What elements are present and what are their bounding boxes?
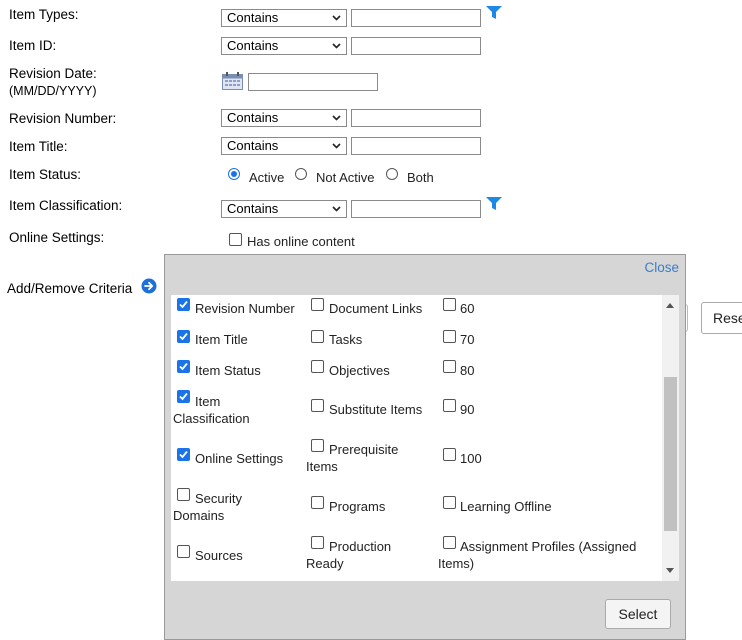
chevron-down-icon [332,206,341,212]
criteria-checkbox-programs[interactable] [311,496,324,509]
item-status-active-label: Active [249,170,285,185]
chevron-down-icon [332,15,341,21]
criteria-label-document-links: Document Links [329,301,423,316]
criteria-checkbox-objectives[interactable] [311,360,324,373]
criteria-label-security-domains: Security Domains [173,491,242,523]
item-title-label: Item Title: [9,139,68,154]
criteria-label-sources: Sources [195,548,243,563]
criteria-label-revision-number: Revision Number [195,301,295,316]
criteria-label-60: 60 [460,301,475,316]
revision-number-operator-select[interactable]: Contains [221,109,347,127]
has-online-content-label: Has online content [247,234,355,249]
chevron-down-icon [332,43,341,49]
scroll-up-arrow-icon[interactable] [666,303,674,308]
item-id-operator-value: Contains [227,38,279,53]
item-types-input[interactable] [351,9,481,27]
item-id-operator-select[interactable]: Contains [221,37,347,55]
criteria-label-programs: Programs [329,499,386,514]
criteria-label-item-classification: Item Classification [173,394,250,426]
criteria-popup: Close Revision Number Item Title Item St… [164,254,686,640]
criteria-label-70: 70 [460,332,475,347]
criteria-label-prerequisite-items: Prerequisite Items [306,442,399,474]
item-id-input[interactable] [351,37,481,55]
criteria-label-production-ready: Production Ready [306,539,392,571]
criteria-checkbox-learning-offline[interactable] [443,496,456,509]
revision-date-input[interactable] [248,73,378,91]
has-online-content-checkbox[interactable] [229,233,242,246]
criteria-list-scrollbar[interactable] [662,295,679,581]
item-status-both-radio[interactable] [386,168,398,180]
revision-date-label: Revision Date: [9,66,97,81]
revision-date-format: (MM/DD/YYYY) [9,84,97,98]
criteria-label-100: 100 [460,451,482,466]
revision-number-input[interactable] [351,109,481,127]
select-button[interactable]: Select [605,599,671,629]
item-id-label: Item ID: [9,38,57,53]
criteria-label-90: 90 [460,402,475,417]
filter-icon[interactable] [486,6,502,20]
criteria-list: Revision Number Item Title Item Status I… [171,295,679,581]
item-classification-operator-select[interactable]: Contains [221,200,347,218]
criteria-checkbox-substitute-items[interactable] [311,399,324,412]
scroll-down-arrow-icon[interactable] [666,568,674,573]
criteria-checkbox-document-links[interactable] [311,298,324,311]
criteria-checkbox-item-status[interactable] [177,360,190,373]
criteria-checkbox-sources[interactable] [177,545,190,558]
item-status-not-active-label: Not Active [316,170,375,185]
criteria-label-80: 80 [460,363,475,378]
criteria-label-objectives: Objectives [329,363,390,378]
criteria-checkbox-item-title[interactable] [177,330,190,343]
criteria-checkbox-70[interactable] [443,330,456,343]
scrollbar-thumb[interactable] [664,377,677,531]
item-status-label: Item Status: [9,167,82,182]
item-classification-label: Item Classification: [9,198,123,213]
criteria-label-tasks: Tasks [329,332,363,347]
item-title-operator-value: Contains [227,138,279,153]
item-classification-operator-value: Contains [227,201,279,216]
criteria-checkbox-online-settings[interactable] [177,448,190,461]
criteria-checkbox-tasks[interactable] [311,330,324,343]
revision-number-operator-value: Contains [227,110,279,125]
item-classification-input[interactable] [351,200,481,218]
close-link[interactable]: Close [644,260,679,275]
criteria-label-assignment-profiles: Assignment Profiles (Assigned Items) [438,539,637,571]
criteria-label-learning-offline: Learning Offline [460,499,552,514]
item-status-not-active-radio[interactable] [295,168,307,180]
item-status-both-label: Both [407,170,434,185]
criteria-label-online-settings: Online Settings [195,451,284,466]
item-title-operator-select[interactable]: Contains [221,137,347,155]
item-status-active-radio[interactable] [228,168,240,180]
chevron-down-icon [332,115,341,121]
add-remove-criteria-label[interactable]: Add/Remove Criteria [7,281,132,296]
criteria-label-item-status: Item Status [195,363,261,378]
item-title-input[interactable] [351,137,481,155]
arrow-right-circle-icon[interactable] [141,278,157,294]
filter-icon[interactable] [486,197,502,211]
item-types-operator-select[interactable]: Contains [221,9,347,27]
criteria-label-substitute-items: Substitute Items [329,402,423,417]
criteria-checkbox-100[interactable] [443,448,456,461]
calendar-icon[interactable] [222,72,243,90]
criteria-checkbox-80[interactable] [443,360,456,373]
reset-button[interactable]: Rese [701,302,742,334]
item-types-label: Item Types: [9,7,79,22]
chevron-down-icon [332,143,341,149]
criteria-label-item-title: Item Title [195,332,248,347]
criteria-checkbox-60[interactable] [443,298,456,311]
item-types-operator-value: Contains [227,10,279,25]
online-settings-label: Online Settings: [9,230,105,245]
criteria-checkbox-90[interactable] [443,399,456,412]
criteria-checkbox-revision-number[interactable] [177,298,190,311]
revision-number-label: Revision Number: [9,111,117,126]
